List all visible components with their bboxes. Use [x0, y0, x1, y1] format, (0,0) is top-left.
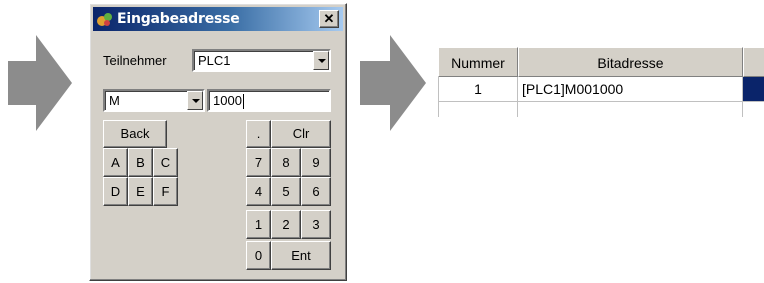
- key-6-button[interactable]: 6: [301, 177, 331, 206]
- key-0-button[interactable]: 0: [246, 241, 271, 270]
- address-value: 1000: [213, 93, 242, 108]
- key-3-button[interactable]: 3: [301, 210, 331, 239]
- key-5-button[interactable]: 5: [271, 177, 301, 206]
- address-input-dialog: Eingabeadresse ✕ Teilnehmer PLC1 M 1000 …: [89, 3, 347, 281]
- participant-value: PLC1: [198, 53, 231, 68]
- key-8-button[interactable]: 8: [271, 148, 301, 177]
- device-type-value: M: [109, 93, 120, 108]
- key-1-button[interactable]: 1: [246, 210, 271, 239]
- table-row-bitaddress[interactable]: [PLC1]M001000: [518, 77, 743, 102]
- arrow-right-icon: [360, 35, 426, 131]
- chevron-down-icon[interactable]: [187, 91, 203, 110]
- dialog-title: Eingabeadresse: [117, 11, 240, 27]
- enter-button[interactable]: Ent: [271, 241, 331, 270]
- title-bar[interactable]: Eingabeadresse ✕: [93, 7, 343, 31]
- arrow-right-icon: [8, 35, 72, 131]
- key-e-button[interactable]: E: [128, 177, 153, 206]
- key-c-button[interactable]: C: [153, 148, 178, 177]
- key-a-button[interactable]: A: [103, 148, 128, 177]
- column-header-nummer[interactable]: Nummer: [438, 47, 518, 77]
- table-row-empty: [518, 102, 743, 117]
- key-2-button[interactable]: 2: [271, 210, 301, 239]
- key-9-button[interactable]: 9: [301, 148, 331, 177]
- column-header-bitadresse[interactable]: Bitadresse: [518, 47, 743, 77]
- device-type-select[interactable]: M: [103, 89, 205, 112]
- clear-button[interactable]: Clr: [271, 120, 331, 148]
- key-b-button[interactable]: B: [128, 148, 153, 177]
- column-header-extra[interactable]: [743, 47, 764, 77]
- participant-select[interactable]: PLC1: [192, 49, 331, 72]
- selected-cell[interactable]: [743, 77, 764, 102]
- participant-label: Teilnehmer: [103, 53, 167, 68]
- key-f-button[interactable]: F: [153, 177, 178, 206]
- key-d-button[interactable]: D: [103, 177, 128, 206]
- table-row-empty: [438, 102, 518, 117]
- address-input[interactable]: 1000: [207, 89, 331, 112]
- back-button[interactable]: Back: [103, 120, 167, 148]
- key-7-button[interactable]: 7: [246, 148, 271, 177]
- text-caret: [243, 94, 244, 109]
- dot-button[interactable]: .: [246, 120, 271, 148]
- close-button[interactable]: ✕: [319, 10, 339, 28]
- address-table: Nummer Bitadresse 1 [PLC1]M001000: [438, 47, 764, 117]
- key-4-button[interactable]: 4: [246, 177, 271, 206]
- chevron-down-icon[interactable]: [313, 51, 329, 70]
- table-row-number[interactable]: 1: [438, 77, 518, 102]
- app-icon: [97, 13, 112, 26]
